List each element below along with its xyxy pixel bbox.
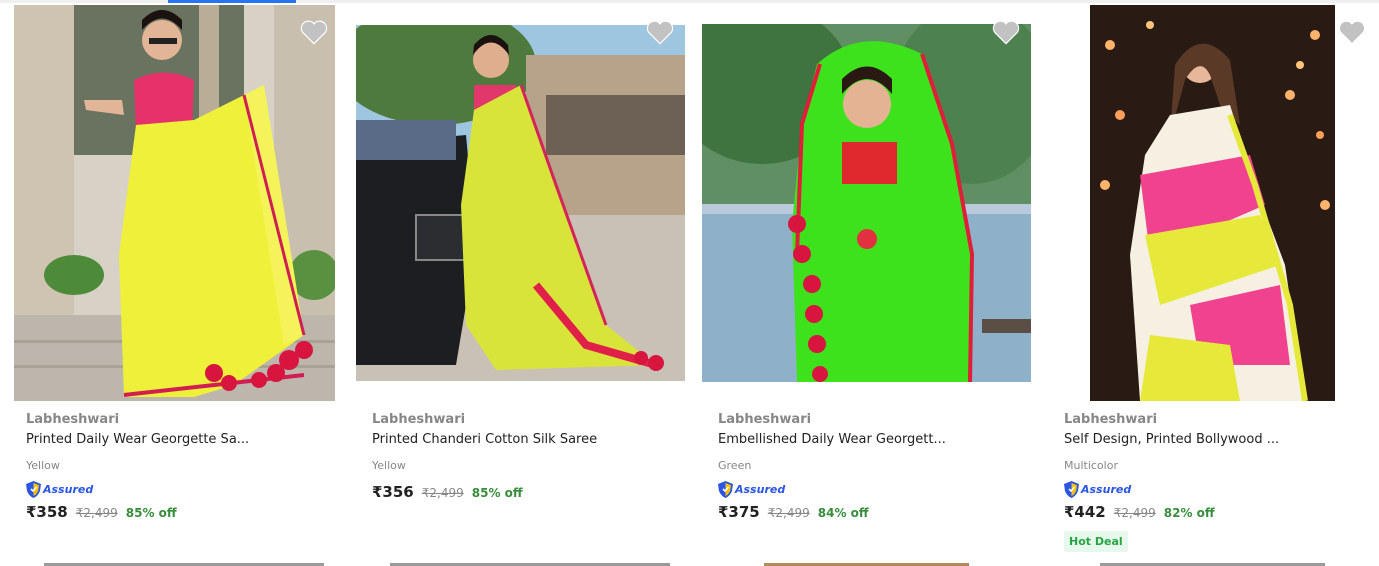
selling-price: ₹442	[1064, 503, 1106, 521]
price-row: ₹375 ₹2,499 84% off	[718, 503, 1018, 521]
discount-percent: 84% off	[817, 506, 869, 520]
selling-price: ₹356	[372, 483, 414, 501]
product-info: Labheshwari Printed Daily Wear Georgette…	[26, 410, 326, 521]
selling-price: ₹375	[718, 503, 760, 521]
product-image[interactable]	[1090, 5, 1335, 401]
product-title[interactable]: Printed Daily Wear Georgette Sa...	[26, 430, 326, 450]
product-brand: Labheshwari	[718, 412, 812, 427]
assured-shield-icon	[718, 480, 733, 498]
discount-percent: 85% off	[471, 486, 523, 500]
price-row: ₹358 ₹2,499 85% off	[26, 503, 326, 521]
wishlist-heart-icon[interactable]	[992, 19, 1020, 45]
assured-badge: Assured	[718, 480, 1018, 498]
hot-deal-badge: Hot Deal	[1064, 531, 1128, 552]
product-card[interactable]: Labheshwari Printed Daily Wear Georgette…	[0, 0, 346, 566]
product-info: Labheshwari Self Design, Printed Bollywo…	[1064, 410, 1364, 552]
product-title[interactable]: Self Design, Printed Bollywood ...	[1064, 430, 1364, 450]
assured-label: Assured	[1081, 482, 1132, 496]
product-info: Labheshwari Embellished Daily Wear Georg…	[718, 410, 1018, 521]
assured-badge: Assured	[26, 480, 326, 498]
product-image[interactable]	[356, 25, 685, 381]
assured-shield-icon	[1064, 480, 1079, 498]
wishlist-heart-icon[interactable]	[300, 19, 328, 45]
original-price: ₹2,499	[767, 506, 810, 520]
product-image[interactable]	[14, 5, 335, 401]
discount-percent: 85% off	[125, 506, 177, 520]
assured-shield-icon	[26, 480, 41, 498]
selling-price: ₹358	[26, 503, 68, 521]
original-price: ₹2,499	[421, 486, 464, 500]
product-card[interactable]: Labheshwari Self Design, Printed Bollywo…	[1038, 0, 1379, 566]
product-card[interactable]: Labheshwari Embellished Daily Wear Georg…	[692, 0, 1038, 566]
assured-label: Assured	[735, 482, 786, 496]
product-grid: Labheshwari Printed Daily Wear Georgette…	[0, 0, 1379, 566]
product-title[interactable]: Printed Chanderi Cotton Silk Saree	[372, 430, 672, 450]
assured-badge: Assured	[1064, 480, 1364, 498]
product-color: Green	[718, 459, 752, 472]
original-price: ₹2,499	[75, 506, 118, 520]
product-title[interactable]: Embellished Daily Wear Georgett...	[718, 430, 1018, 450]
product-brand: Labheshwari	[372, 412, 466, 427]
product-color: Yellow	[26, 459, 60, 472]
product-card[interactable]: Labheshwari Printed Chanderi Cotton Silk…	[346, 0, 692, 566]
original-price: ₹2,499	[1113, 506, 1156, 520]
price-row: ₹442 ₹2,499 82% off	[1064, 503, 1364, 521]
product-brand: Labheshwari	[1064, 412, 1158, 427]
product-color: Multicolor	[1064, 459, 1118, 472]
product-info: Labheshwari Printed Chanderi Cotton Silk…	[372, 410, 672, 501]
product-brand: Labheshwari	[26, 412, 120, 427]
product-image[interactable]	[702, 24, 1031, 382]
discount-percent: 82% off	[1163, 506, 1215, 520]
wishlist-heart-icon[interactable]	[1338, 19, 1366, 45]
product-color: Yellow	[372, 459, 406, 472]
assured-label: Assured	[43, 482, 94, 496]
price-row: ₹356 ₹2,499 85% off	[372, 483, 672, 501]
wishlist-heart-icon[interactable]	[646, 19, 674, 45]
